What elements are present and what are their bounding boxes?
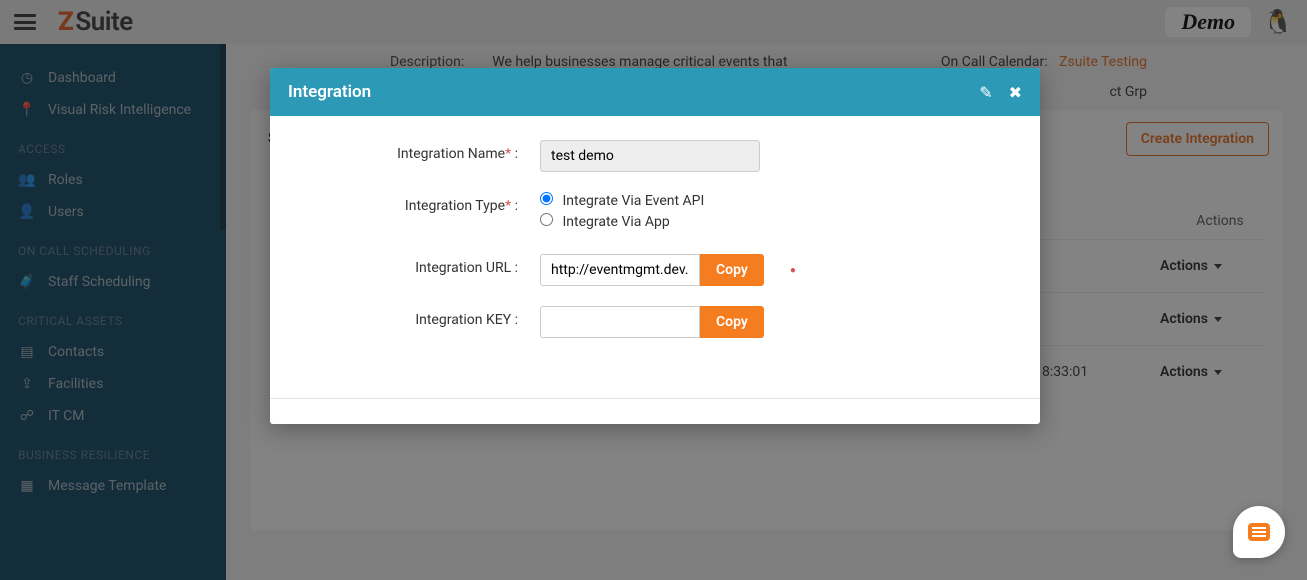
copy-url-button[interactable]: Copy [700,254,764,286]
integration-name-label: Integration Name* : [300,140,540,162]
close-icon[interactable]: ✖ [1009,83,1022,102]
radio-event-api[interactable]: Integrate Via Event API [540,192,704,209]
integration-key-input[interactable] [540,306,700,338]
integration-modal: Integration ✎ ✖ Integration Name* : Inte… [270,68,1040,424]
radio-via-app-input[interactable] [540,213,553,226]
radio-via-app[interactable]: Integrate Via App [540,213,704,230]
modal-footer [270,398,1040,424]
chat-icon [1248,523,1270,541]
integration-url-label: Integration URL : [300,254,540,276]
copy-key-button[interactable]: Copy [700,306,764,338]
integration-name-input[interactable] [540,140,760,172]
integration-key-label: Integration KEY : [300,306,540,328]
required-dot: ● [790,265,796,276]
modal-body: Integration Name* : Integration Type* : … [270,116,1040,398]
radio-event-api-input[interactable] [540,192,553,205]
integration-url-input[interactable] [540,254,700,286]
integration-type-label: Integration Type* : [300,192,540,214]
edit-icon[interactable]: ✎ [979,83,992,102]
modal-header: Integration ✎ ✖ [270,68,1040,116]
modal-title: Integration [288,82,371,102]
chat-fab-button[interactable] [1233,506,1285,558]
